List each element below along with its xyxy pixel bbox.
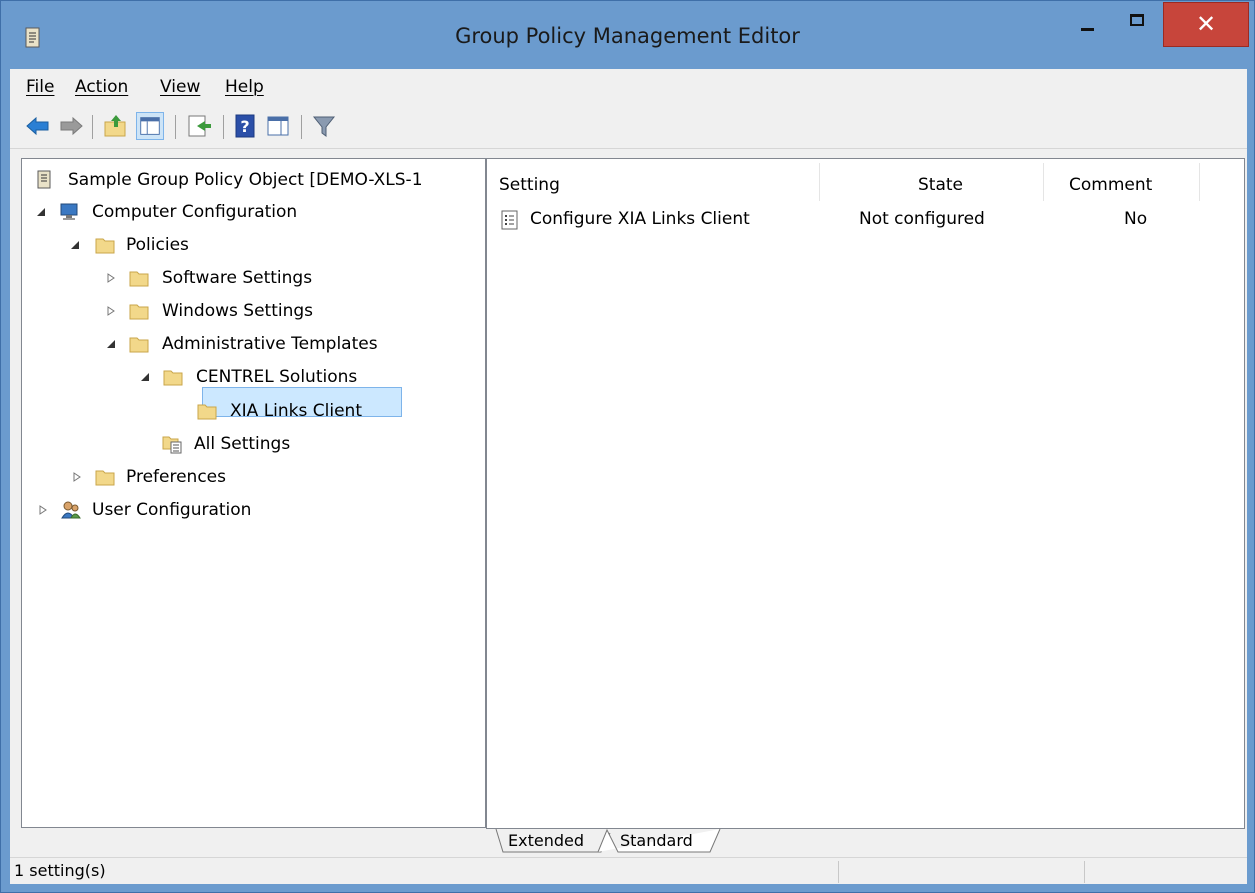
tab-standard[interactable]: Standard bbox=[620, 831, 693, 855]
maximize-button[interactable] bbox=[1112, 2, 1160, 47]
toolbar: ? bbox=[10, 105, 1247, 149]
folder-icon bbox=[129, 337, 149, 353]
status-separator bbox=[1084, 861, 1085, 883]
folder-icon bbox=[95, 238, 115, 254]
tree-label: Preferences bbox=[126, 467, 226, 487]
tab-extended-label: Extended bbox=[508, 831, 584, 850]
collapse-triangle-icon bbox=[141, 373, 149, 381]
tab-extended[interactable]: Extended bbox=[508, 831, 584, 855]
view-tabs: Extended Standard bbox=[486, 829, 1245, 853]
tree-node-preferences[interactable]: Preferences bbox=[22, 464, 485, 492]
toolbar-separator bbox=[92, 115, 93, 139]
details-pane[interactable]: Setting State Comment Configure XIA Link… bbox=[486, 158, 1245, 829]
folder-icon bbox=[95, 470, 115, 486]
cell-setting: Configure XIA Links Client bbox=[530, 209, 750, 229]
tree-node-user-configuration[interactable]: User Configuration bbox=[22, 497, 485, 525]
tree-node-policies[interactable]: Policies bbox=[22, 232, 485, 260]
tree-label: Sample Group Policy Object [DEMO-XLS-1 bbox=[68, 170, 423, 190]
tree-node-root[interactable]: Sample Group Policy Object [DEMO-XLS-1 bbox=[22, 167, 485, 195]
folder-icon bbox=[129, 271, 149, 287]
menu-bar: File Action View Help bbox=[10, 69, 1247, 105]
show-hide-action-pane-icon[interactable] bbox=[264, 112, 292, 140]
menu-help-label: Help bbox=[225, 77, 264, 97]
status-separator bbox=[838, 861, 839, 883]
show-hide-tree-icon[interactable] bbox=[136, 112, 164, 140]
column-header-comment[interactable]: Comment bbox=[1044, 161, 1199, 201]
menu-action-label: Action bbox=[75, 77, 129, 97]
tree-node-all-settings[interactable]: All Settings bbox=[22, 431, 485, 459]
tree-label: XIA Links Client bbox=[230, 401, 362, 421]
tree-label: Windows Settings bbox=[162, 301, 314, 321]
export-list-icon[interactable] bbox=[185, 112, 213, 140]
menu-view-label: View bbox=[160, 77, 201, 97]
console-tree[interactable]: Sample Group Policy Object [DEMO-XLS-1 C… bbox=[21, 158, 486, 828]
tab-standard-label: Standard bbox=[620, 831, 693, 850]
folder-icon bbox=[197, 404, 217, 420]
title-bar[interactable]: Group Policy Management Editor ✕ bbox=[1, 1, 1254, 77]
help-icon[interactable]: ? bbox=[232, 112, 260, 140]
menu-file-label: File bbox=[26, 77, 55, 97]
tree-node-centrel-solutions[interactable]: CENTREL Solutions bbox=[22, 364, 485, 392]
expand-triangle-icon bbox=[107, 273, 115, 283]
tree-node-xia-links-client[interactable]: XIA Links Client bbox=[22, 398, 485, 426]
column-header-label: Setting bbox=[499, 175, 560, 195]
close-button[interactable]: ✕ bbox=[1163, 2, 1249, 47]
up-folder-icon[interactable] bbox=[102, 112, 130, 140]
collapse-triangle-icon bbox=[71, 241, 79, 249]
expand-triangle-icon bbox=[107, 306, 115, 316]
expand-triangle-icon bbox=[39, 505, 47, 515]
column-header-label: Comment bbox=[1069, 175, 1153, 195]
computer-icon bbox=[60, 203, 78, 220]
tree-label: User Configuration bbox=[92, 500, 252, 520]
tree-node-computer-configuration[interactable]: Computer Configuration bbox=[22, 199, 485, 227]
folder-icon bbox=[129, 304, 149, 320]
filter-icon[interactable] bbox=[310, 112, 338, 140]
expand-triangle-icon bbox=[73, 472, 81, 482]
collapse-triangle-icon bbox=[107, 340, 115, 348]
menu-action[interactable]: Action bbox=[75, 77, 128, 97]
tree-node-administrative-templates[interactable]: Administrative Templates bbox=[22, 331, 485, 359]
column-header-setting[interactable]: Setting bbox=[487, 161, 819, 201]
tree-label: Software Settings bbox=[162, 268, 313, 288]
back-arrow-icon[interactable] bbox=[24, 112, 52, 140]
toolbar-separator bbox=[223, 115, 224, 139]
users-icon bbox=[61, 501, 81, 519]
minimize-icon bbox=[1081, 28, 1094, 31]
menu-file[interactable]: File bbox=[26, 77, 54, 97]
client-area: File Action View Help ? Sample Group Pol… bbox=[10, 69, 1247, 884]
cell-comment: No bbox=[1124, 209, 1148, 229]
tree-label: Policies bbox=[126, 235, 189, 255]
app-window: Group Policy Management Editor ✕ File Ac… bbox=[0, 0, 1255, 893]
folder-icon bbox=[163, 370, 183, 386]
all-settings-icon bbox=[162, 436, 182, 454]
maximize-icon bbox=[1130, 14, 1144, 26]
tree-label: All Settings bbox=[194, 434, 291, 454]
column-header-state[interactable]: State bbox=[820, 161, 1042, 201]
column-header-label: State bbox=[918, 175, 963, 195]
column-divider[interactable] bbox=[1199, 163, 1200, 201]
policy-object-icon bbox=[37, 170, 51, 189]
menu-view[interactable]: View bbox=[160, 77, 200, 97]
toolbar-separator bbox=[175, 115, 176, 139]
cell-state: Not configured bbox=[859, 209, 985, 229]
forward-arrow-icon[interactable] bbox=[57, 112, 85, 140]
menu-help[interactable]: Help bbox=[225, 77, 264, 97]
minimize-button[interactable] bbox=[1064, 2, 1112, 47]
tree-label: CENTREL Solutions bbox=[196, 367, 358, 387]
tree-node-software-settings[interactable]: Software Settings bbox=[22, 265, 485, 293]
close-icon: ✕ bbox=[1195, 10, 1217, 38]
status-bar: 1 setting(s) bbox=[10, 857, 1247, 884]
toolbar-separator bbox=[301, 115, 302, 139]
tree-label: Computer Configuration bbox=[92, 202, 298, 222]
status-text: 1 setting(s) bbox=[14, 861, 106, 880]
svg-text:?: ? bbox=[240, 117, 249, 136]
tree-node-windows-settings[interactable]: Windows Settings bbox=[22, 298, 485, 326]
policy-setting-icon bbox=[501, 210, 518, 230]
collapse-triangle-icon bbox=[37, 208, 45, 216]
tree-label: Administrative Templates bbox=[162, 334, 378, 354]
